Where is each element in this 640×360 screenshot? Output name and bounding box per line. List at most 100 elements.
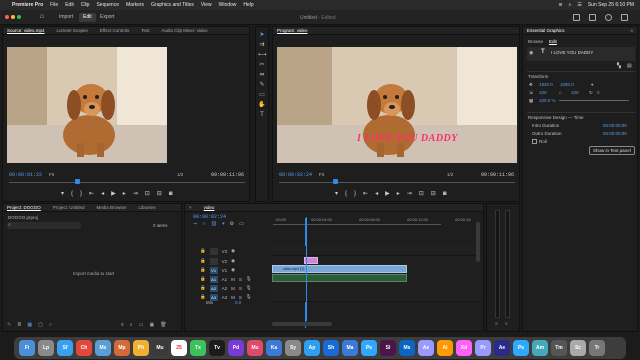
type-tool-icon[interactable]: T	[258, 111, 266, 119]
mute-icon[interactable]: M	[231, 286, 235, 291]
mark-in-icon[interactable]: ▾	[61, 190, 64, 197]
extract-icon[interactable]: ⊟	[431, 190, 436, 197]
dock-app-icon[interactable]: Ps	[513, 340, 529, 356]
timeline-horizontal-scrollbar[interactable]	[272, 322, 332, 326]
dock-app-icon[interactable]: Sh	[323, 340, 339, 356]
menu-view[interactable]: View	[201, 2, 212, 8]
program-fit-dropdown[interactable]: Fit	[319, 172, 324, 177]
insert-overwrite-icon[interactable]: ⇝	[193, 221, 197, 227]
rotation-value[interactable]: 0	[597, 90, 600, 95]
trash-icon[interactable]: 🗑	[160, 322, 166, 328]
menu-markers[interactable]: Markers	[126, 2, 144, 8]
source-resolution-dropdown[interactable]: 1/2	[177, 172, 183, 177]
dock-app-icon[interactable]: Ma	[342, 340, 358, 356]
slip-tool-icon[interactable]: ⇹	[258, 71, 266, 79]
video-clip[interactable]: video.mp4 [V]	[272, 265, 407, 273]
icon-view-icon[interactable]: ▦	[27, 322, 32, 328]
position-y-value[interactable]: 1080.0	[560, 82, 574, 87]
tab-program[interactable]: Program: video	[277, 28, 308, 33]
track-target-v1[interactable]: V1	[209, 266, 218, 274]
export-frame-icon[interactable]: ◙	[443, 191, 447, 197]
go-to-out-icon[interactable]: ⇥	[407, 190, 412, 197]
close-window-button[interactable]	[5, 15, 9, 19]
scale-value[interactable]: 100	[539, 90, 547, 95]
import-media-prompt[interactable]: Import media to start	[73, 271, 114, 276]
position-x-value[interactable]: 1920.0	[539, 82, 553, 87]
lock-icon[interactable]: 🔒	[200, 285, 206, 291]
dock-app-icon[interactable]: Ai	[437, 340, 453, 356]
dock-app-icon[interactable]: Ae	[494, 340, 510, 356]
eye-icon[interactable]: ◉	[231, 248, 235, 254]
track-target-v2[interactable]	[209, 257, 218, 265]
lock-icon[interactable]: 🔒	[200, 294, 206, 300]
eg-tab-edit[interactable]: Edit	[549, 39, 557, 44]
tab-source[interactable]: Source: video.mp4	[7, 28, 45, 33]
freeform-view-icon[interactable]: ▢	[38, 322, 43, 328]
dock-app-icon[interactable]: Fi	[19, 340, 35, 356]
tab-text[interactable]: Text	[141, 28, 149, 33]
timeline-timecode[interactable]: 00:00:02:24	[193, 214, 226, 220]
eye-icon[interactable]: ◉	[231, 267, 235, 273]
dock-app-icon[interactable]: Ps	[361, 340, 377, 356]
dock-app-icon[interactable]: Xd	[456, 340, 472, 356]
quick-export-icon[interactable]	[589, 14, 596, 21]
intro-duration-value[interactable]: 00:00:00:00	[603, 123, 627, 128]
menu-help[interactable]: Help	[243, 2, 253, 8]
new-bin-icon[interactable]: ▭	[139, 322, 144, 328]
zoom-slider-icon[interactable]: ○	[49, 322, 52, 328]
tab-libraries[interactable]: Libraries	[139, 205, 156, 210]
dock-app-icon[interactable]: Tv	[209, 340, 225, 356]
captions-icon[interactable]: ▭	[239, 221, 244, 227]
dock-app-icon[interactable]: Pr	[475, 340, 491, 356]
dock-app-icon[interactable]: Sf	[57, 340, 73, 356]
app-menu[interactable]: Premiere Pro	[12, 2, 43, 8]
rectangle-tool-icon[interactable]: ▭	[258, 91, 266, 99]
program-resolution-dropdown[interactable]: 1/2	[447, 172, 453, 177]
tab-project-untitled[interactable]: Project: Untitled	[53, 205, 85, 210]
eg-menu-icon[interactable]: ≡	[630, 28, 637, 33]
fullscreen-icon[interactable]	[621, 14, 628, 21]
mic-icon[interactable]: 🎙	[246, 285, 252, 291]
mute-icon[interactable]: M	[231, 277, 235, 282]
new-layer-icon[interactable]: ▚	[617, 63, 621, 69]
program-playhead[interactable]	[333, 179, 338, 184]
dock-app-icon[interactable]: Mp	[114, 340, 130, 356]
dock-app-icon[interactable]: Tm	[551, 340, 567, 356]
dock-app-icon[interactable]: Ka	[266, 340, 282, 356]
dock-app-icon[interactable]: 25	[171, 340, 187, 356]
dock-app-icon[interactable]: Ap	[304, 340, 320, 356]
eg-layer-name[interactable]: I LOVE YOU DADDY	[551, 50, 593, 55]
lock-icon[interactable]: 🔒	[200, 267, 206, 273]
dock-app-icon[interactable]: Pd	[228, 340, 244, 356]
visibility-eye-icon[interactable]: ◉	[529, 50, 533, 56]
menu-window[interactable]: Window	[219, 2, 237, 8]
linked-selection-icon[interactable]: ⛓	[211, 221, 217, 227]
solo-icon[interactable]: S	[239, 286, 242, 291]
list-view-icon[interactable]: ≣	[17, 322, 21, 328]
dock-app-icon[interactable]: Sy	[285, 340, 301, 356]
mic-icon[interactable]: 🎙	[246, 276, 252, 282]
track-target-a1[interactable]: A1	[209, 275, 218, 283]
pencil-icon[interactable]: ✎	[7, 322, 11, 328]
go-to-in-icon[interactable]: ⇤	[89, 190, 94, 197]
source-timecode[interactable]: 00:00:01:22	[9, 172, 42, 178]
scale-value-2[interactable]: 100	[571, 90, 579, 95]
dock-app-icon[interactable]: Ch	[76, 340, 92, 356]
overwrite-icon[interactable]: ⊟	[157, 190, 162, 197]
graphic-title-overlay[interactable]: I LOVE YOU DADDY	[357, 133, 458, 144]
project-search-input[interactable]	[7, 222, 81, 229]
tab-sequence-video[interactable]: video	[204, 205, 215, 210]
workspace-export[interactable]: Export	[96, 13, 118, 22]
track-a3[interactable]	[272, 292, 482, 302]
mark-out-bracket-icon[interactable]: }	[354, 191, 356, 197]
audio-clip[interactable]	[272, 274, 407, 282]
sort-icon[interactable]: ≡	[121, 322, 124, 328]
tab-audio-clip-mixer[interactable]: Audio Clip Mixer: video	[162, 28, 208, 33]
mark-in-bracket-icon[interactable]: {	[345, 191, 347, 197]
menu-sequence[interactable]: Sequence	[96, 2, 119, 8]
play-icon[interactable]: ▶	[111, 190, 116, 197]
insert-icon[interactable]: ⊡	[145, 190, 150, 197]
workspace-edit[interactable]: Edit	[79, 13, 96, 22]
menu-graphics[interactable]: Graphics and Titles	[151, 2, 194, 8]
pen-tool-icon[interactable]: ✎	[258, 81, 266, 89]
